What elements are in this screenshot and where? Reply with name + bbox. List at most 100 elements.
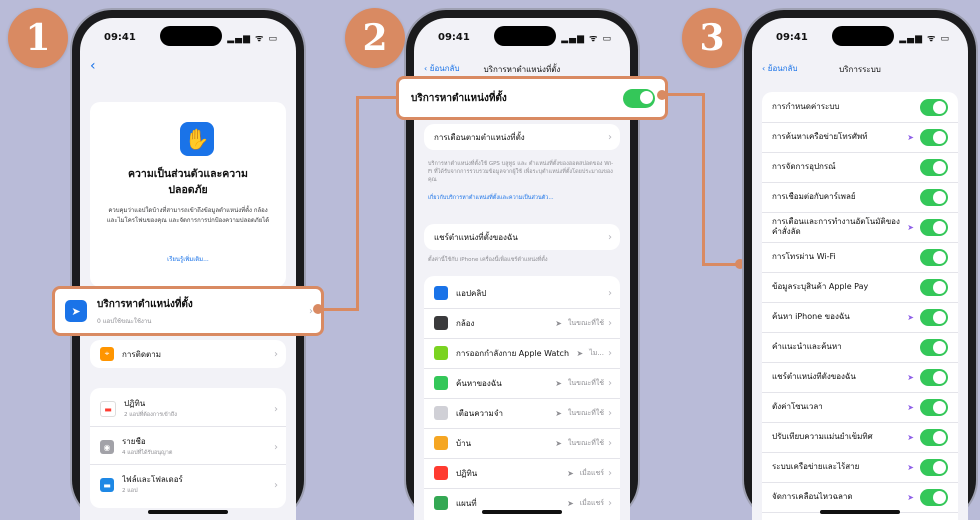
app-permission-label: ปฏิทิน [456,468,478,478]
system-service-row: ตั้งค่าโซนเวลา ➤ [762,392,958,423]
home-indicator [820,510,900,514]
system-service-toggle[interactable] [920,98,948,116]
system-service-toggle[interactable] [920,458,948,476]
app-permission-row[interactable]: การออกกำลังกาย Apple Watch ➤ ไม... › [424,338,620,369]
system-service-label: ระบบเครือข่ายและไร้สาย [772,462,860,471]
list-item[interactable]: ▬ ไฟล์และโฟลเดอร์ 2 แอป › [90,468,286,502]
status-time: 09:41 [104,32,136,43]
system-service-label: การโทรผ่าน Wi-Fi [772,252,836,261]
connector-line [318,308,358,311]
system-service-toggle[interactable] [920,488,948,506]
system-service-toggle[interactable] [920,248,948,266]
system-service-toggle[interactable] [920,188,948,206]
dynamic-island [160,26,222,46]
tracking-row[interactable]: ⌖ การติดตาม › [90,340,286,368]
system-service-label: การเตือนและการทำงานอัตโนมัติของคำสั่งลัด [772,217,900,236]
phone-system-services: 09:41 ▂▄▆ ᯤ ▭ ‹ ย้อนกลับ บริการระบบ การก… [744,10,976,520]
location-privacy-link[interactable]: เกี่ยวกับบริการหาตำแหน่งที่ตั้งและความเป… [428,194,616,202]
location-services-sub: 0 แอปใช้ขณะใช้งาน [97,317,152,325]
app-permission-row[interactable]: กล้อง ➤ ในขณะที่ใช้ › [424,308,620,339]
list-item-label: รายชื่อ [122,436,146,446]
chevron-right-icon: › [608,407,612,419]
app-icon [434,466,448,480]
app-permission-label: แผนที่ [456,498,477,508]
app-permission-label: เตือนความจำ [456,408,503,418]
app-permission-row[interactable]: ค้นหาของฉัน ➤ ในขณะที่ใช้ › [424,368,620,399]
app-permission-row[interactable]: แอปคลิป › [424,278,620,309]
system-service-row: การเชื่อมต่อกับคาร์เพลย์ [762,182,958,213]
nav-bar: ‹ ย้อนกลับ บริการระบบ [752,54,968,82]
app-permission-value: ในขณะที่ใช้ [567,378,604,387]
system-service-row: ค้นหา iPhone ของฉัน ➤ [762,302,958,333]
list-item-sub: 4 แอปที่ได้รับอนุญาต [122,449,173,456]
tracking-card: ⌖ การติดตาม › [90,340,286,368]
system-service-toggle[interactable] [920,398,948,416]
location-services-note: บริการหาตำแหน่งที่ตั้งใช้ GPS บลูทูธ และ… [428,161,614,183]
app-permission-row[interactable]: เตือนความจำ ➤ ในขณะที่ใช้ › [424,398,620,429]
app-icon [434,346,448,360]
back-chevron-icon[interactable]: ‹ [90,58,96,74]
system-service-label: ข้อมูลระบุสินค้า Apple Pay [772,282,869,291]
status-time: 09:41 [438,32,470,43]
chevron-right-icon: › [608,347,612,359]
location-services-row-highlight[interactable]: ➤ บริการหาตำแหน่งที่ตั้ง 0 แอปใช้ขณะใช้ง… [52,286,324,336]
chevron-right-icon: › [274,348,278,360]
location-arrow-icon: ➤ [567,498,574,508]
hand-icon: ✋ [180,122,214,156]
location-services-toggle[interactable] [623,88,655,108]
app-permissions-card: แอปคลิป › กล้อง ➤ ในขณะที่ใช้ › การออกกำลังกาย… [424,276,620,520]
system-service-label: การจัดการอุปกรณ์ [772,162,836,171]
chevron-right-icon: › [608,131,612,143]
system-service-toggle[interactable] [920,308,948,326]
app-permission-value: เมื่อแชร์ [579,498,604,507]
location-arrow-icon: ➤ [907,462,914,472]
system-service-label: การเชื่อมต่อกับคาร์เพลย์ [772,192,856,201]
list-item-label: ไฟล์และโฟลเดอร์ [122,474,183,484]
chevron-right-icon: › [608,231,612,243]
location-services-toggle-highlight[interactable]: บริการหาตำแหน่งที่ตั้ง [396,76,668,120]
share-location-note: ตั้งค่านี้ใช้กับ iPhone เครื่องนี้เพื่อแ… [428,257,548,263]
system-service-label: คำแนะนำและค้นหา [772,342,842,351]
system-service-toggle[interactable] [920,338,948,356]
app-icon [434,406,448,420]
system-service-toggle[interactable] [920,218,948,236]
connector-line [702,93,705,266]
chevron-right-icon: › [274,441,278,453]
system-services-card: การกำหนดค่าระบบ การค้นหาเครือข่ายโทรศัพท์… [762,92,958,520]
system-service-toggle[interactable] [920,158,948,176]
nav-title: บริการระบบ [839,65,881,74]
location-alerts-row[interactable]: การเตือนตามตำแหน่งที่ตั้ง › [424,124,620,150]
system-service-toggle[interactable] [920,128,948,146]
status-bar: 09:41 ▂▄▆ ᯤ ▭ [414,18,630,54]
system-service-toggle[interactable] [920,368,948,386]
app-permission-row[interactable]: บ้าน ➤ ในขณะที่ใช้ › [424,428,620,459]
share-location-row[interactable]: แชร์ตำแหน่งที่ตั้งของฉัน › [424,224,620,250]
tracking-icon: ⌖ [100,347,114,361]
system-service-row: การโทรผ่าน Wi-Fi [762,242,958,273]
calendar-icon: ▬ [100,401,116,417]
location-arrow-icon: ➤ [567,468,574,478]
list-item[interactable]: ◉ รายชื่อ 4 แอปที่ได้รับอนุญาต › [90,430,286,465]
location-arrow-icon: ➤ [576,348,584,358]
dynamic-island [832,26,894,46]
privacy-header-card: ✋ ความเป็นส่วนตัวและความปลอดภัย ควบคุมว่… [90,102,286,287]
app-icon [434,496,448,510]
list-item[interactable]: ▬ ปฏิทิน 2 แอปที่ต้องการเข้าถึง › [90,392,286,427]
system-service-toggle[interactable] [920,428,948,446]
system-service-label: ค้นหา iPhone ของฉัน [772,312,850,321]
step-badge-1: 1 [8,8,68,68]
status-icons: ▂▄▆ ᯤ ▭ [899,34,950,44]
learn-more-link[interactable]: เรียนรู้เพิ่มเติม... [104,254,272,264]
chevron-right-icon: › [274,479,278,491]
chevron-right-icon: › [608,437,612,449]
contacts-icon: ◉ [100,440,114,454]
privacy-description: ควบคุมว่าแอปใดบ้างที่สามารถเข้าถึงข้อมูล… [106,207,270,224]
location-arrow-icon: ➤ [907,222,914,232]
app-permission-label: แอปคลิป [456,288,487,298]
app-permission-row[interactable]: ปฏิทิน ➤ เมื่อแชร์ › [424,458,620,489]
location-arrow-icon: ➤ [907,402,914,412]
system-service-toggle[interactable] [920,278,948,296]
home-indicator [148,510,228,514]
system-service-row: แชร์ตำแหน่งที่ตั้งของฉัน ➤ [762,362,958,393]
list-item-sub: 2 แอปที่ต้องการเข้าถึง [124,411,177,418]
